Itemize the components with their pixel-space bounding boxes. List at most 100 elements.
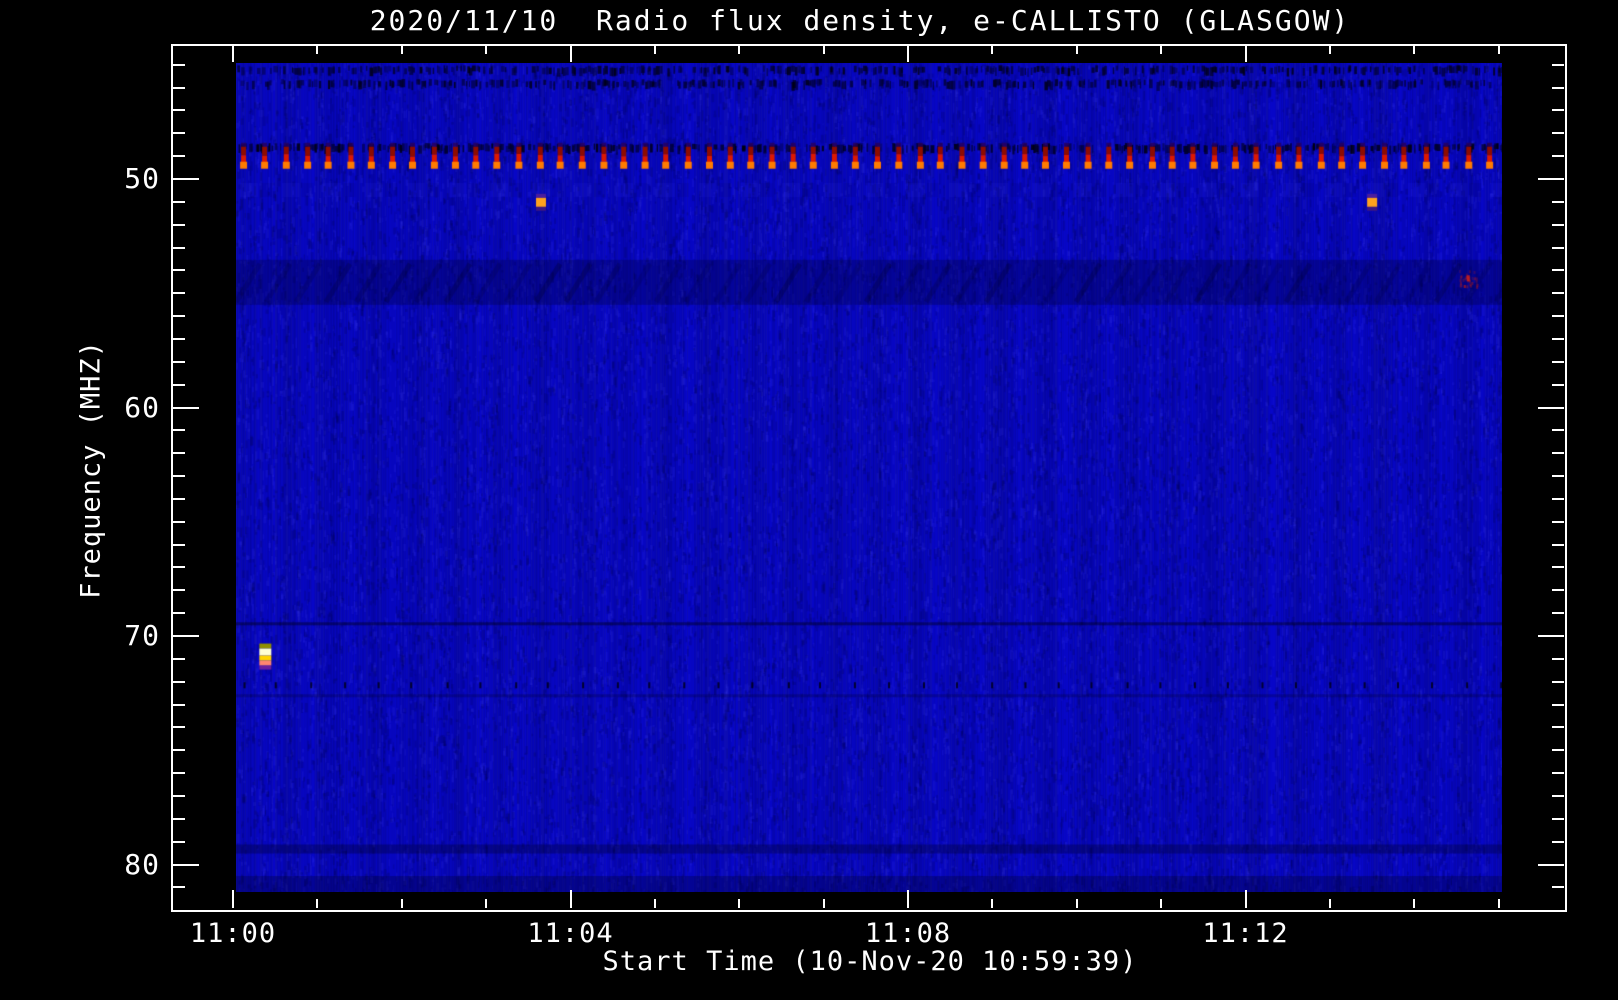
tick-mark (173, 566, 185, 569)
tick-mark (1552, 475, 1564, 478)
tick-mark (173, 292, 185, 295)
tick-mark (173, 269, 185, 272)
tick-mark (173, 360, 185, 363)
tick-mark (173, 63, 185, 66)
plot-frame (171, 44, 1567, 912)
tick-mark (173, 520, 185, 523)
tick-mark (1552, 109, 1564, 112)
tick-mark (173, 863, 199, 866)
y-tick-label: 80 (124, 847, 160, 881)
tick-mark (907, 890, 910, 908)
tick-mark (173, 680, 185, 683)
tick-mark (1552, 657, 1564, 660)
tick-mark (1160, 899, 1163, 908)
tick-mark (316, 46, 319, 54)
tick-mark (569, 46, 572, 62)
tick-mark (1552, 840, 1564, 843)
tick-mark (400, 899, 403, 908)
tick-mark (1075, 46, 1078, 54)
x-tick-label: 11:00 (189, 918, 277, 949)
tick-mark (1552, 337, 1564, 340)
x-tick-label: 11:08 (864, 918, 952, 949)
tick-mark (907, 46, 910, 62)
tick-mark (1552, 817, 1564, 820)
tick-mark (1552, 223, 1564, 226)
tick-mark (1552, 132, 1564, 135)
tick-mark (1552, 680, 1564, 683)
tick-mark (1552, 543, 1564, 546)
tick-mark (485, 899, 488, 908)
tick-mark (1075, 899, 1078, 908)
tick-mark (1328, 46, 1331, 54)
tick-mark (1552, 589, 1564, 592)
tick-mark (400, 46, 403, 54)
tick-mark (1552, 497, 1564, 500)
tick-mark (173, 772, 185, 775)
tick-mark (653, 899, 656, 908)
tick-mark (991, 899, 994, 908)
tick-mark (173, 794, 185, 797)
tick-mark (738, 899, 741, 908)
tick-mark (173, 749, 185, 752)
tick-mark (173, 475, 185, 478)
tick-mark (173, 612, 185, 615)
tick-mark (173, 109, 185, 112)
tick-mark (738, 46, 741, 54)
tick-mark (232, 890, 234, 908)
tick-mark (173, 406, 199, 409)
tick-mark (1244, 46, 1247, 62)
tick-mark (173, 223, 185, 226)
tick-mark (232, 46, 234, 62)
tick-mark (1552, 383, 1564, 386)
tick-mark (1552, 886, 1564, 889)
tick-mark (1552, 246, 1564, 249)
y-axis-title: Frequency (MHZ) (75, 340, 107, 599)
tick-mark (1552, 794, 1564, 797)
tick-mark (1552, 63, 1564, 66)
tick-mark (173, 86, 185, 89)
tick-mark (485, 46, 488, 54)
tick-mark (569, 890, 572, 908)
spectrogram-figure: 2020/11/10 Radio flux density, e-CALLIST… (0, 0, 1618, 1000)
tick-mark (1552, 315, 1564, 318)
tick-mark (1538, 635, 1564, 637)
tick-mark (1497, 46, 1500, 54)
tick-mark (1552, 703, 1564, 706)
tick-mark (1552, 429, 1564, 432)
tick-mark (653, 46, 656, 54)
tick-mark (822, 46, 825, 54)
tick-mark (173, 703, 185, 706)
tick-mark (173, 840, 185, 843)
tick-mark (173, 132, 185, 135)
tick-mark (1497, 899, 1500, 908)
tick-mark (173, 315, 185, 318)
tick-mark (173, 200, 185, 203)
tick-mark (991, 46, 994, 54)
tick-mark (173, 429, 185, 432)
tick-mark (316, 899, 319, 908)
tick-mark (173, 635, 199, 637)
tick-mark (1160, 46, 1163, 54)
tick-mark (1552, 292, 1564, 295)
tick-mark (173, 497, 185, 500)
y-tick-label: 50 (124, 162, 160, 195)
tick-mark (1552, 612, 1564, 615)
tick-mark (1413, 46, 1416, 54)
tick-mark (1413, 899, 1416, 908)
tick-mark (1552, 155, 1564, 158)
tick-mark (1552, 200, 1564, 203)
x-axis-title: Start Time (10-Nov-20 10:59:39) (602, 946, 1138, 977)
tick-mark (1552, 726, 1564, 729)
tick-mark (1552, 86, 1564, 89)
tick-mark (173, 155, 185, 158)
chart-title: 2020/11/10 Radio flux density, e-CALLIST… (369, 4, 1351, 37)
tick-mark (173, 589, 185, 592)
tick-mark (173, 886, 185, 889)
tick-mark (1552, 452, 1564, 455)
tick-mark (1328, 899, 1331, 908)
tick-mark (1552, 772, 1564, 775)
tick-mark (1552, 749, 1564, 752)
tick-mark (173, 452, 185, 455)
tick-mark (1552, 566, 1564, 569)
tick-mark (1538, 863, 1564, 866)
